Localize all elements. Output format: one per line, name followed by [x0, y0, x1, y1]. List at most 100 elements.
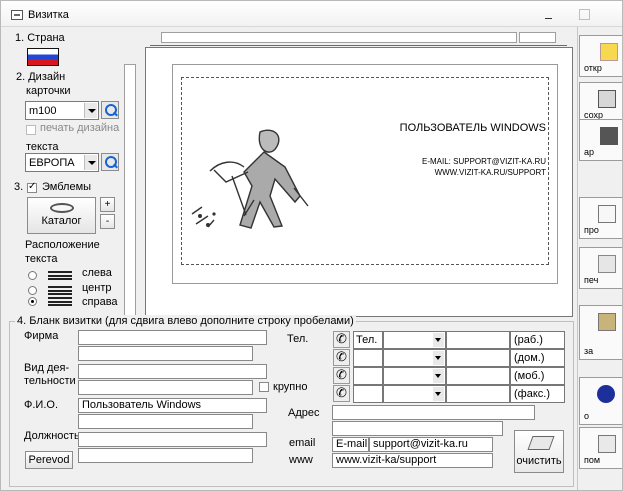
chevron-down-icon[interactable] — [433, 369, 444, 383]
form-legend: 4. Бланк визитки (для сдвига влево допол… — [15, 315, 356, 327]
plus-button[interactable]: + — [100, 197, 115, 212]
activity-field[interactable] — [78, 364, 267, 379]
emblems-section-label: 3. — [14, 181, 24, 193]
home-phone-icon[interactable] — [333, 349, 350, 366]
company-label: Фирма — [24, 330, 59, 342]
fio-field[interactable]: Пользователь Windows — [78, 398, 267, 413]
tool-icon — [598, 435, 616, 453]
email-field[interactable]: support@vizit-ka.ru — [369, 437, 493, 452]
title-bar: Визитка — [1, 1, 622, 27]
email-label: email — [289, 437, 316, 449]
chevron-down-icon[interactable] — [433, 333, 444, 347]
eraser-icon — [527, 436, 555, 450]
russia-flag-icon[interactable] — [27, 48, 59, 66]
card-name: ПОЛЬЗОВАТЕЛЬ WINDOWS — [399, 122, 546, 134]
chevron-down-icon[interactable] — [84, 155, 97, 170]
align-center-label: центр — [82, 282, 112, 294]
align-center-radio[interactable] — [28, 286, 37, 295]
align-left-icon — [48, 271, 72, 280]
phone-icon[interactable] — [333, 331, 350, 348]
window-title: Визитка — [28, 9, 69, 21]
minimize-button[interactable] — [542, 9, 556, 21]
email-prefix-field[interactable]: E-mail: — [332, 437, 369, 452]
search-icon[interactable] — [101, 101, 119, 119]
chevron-down-icon[interactable] — [84, 103, 97, 118]
preview-button[interactable]: про — [579, 197, 622, 239]
website-label: www — [289, 454, 313, 466]
phone-prefix-field-2[interactable] — [353, 349, 383, 367]
position-field[interactable] — [78, 432, 267, 447]
business-card-window: Визитка 1. Страна 2. Дизайн карточки m10… — [0, 0, 623, 491]
text-design-select[interactable]: ЕВРОПА — [25, 153, 99, 172]
app-icon — [11, 10, 23, 20]
company-field-second-line[interactable] — [78, 346, 253, 361]
activity-label-second-line: тельности — [24, 375, 76, 387]
archive-button[interactable]: ар — [579, 119, 622, 161]
fio-field-second-line[interactable] — [78, 414, 253, 429]
card-website: WWW.VIZIT-KA.RU/SUPPORT — [434, 168, 546, 177]
save-button[interactable]: сохр — [579, 82, 622, 124]
card-email: E-MAIL: SUPPORT@VIZIT-KA.RU — [422, 157, 546, 166]
large-label: крупно — [273, 381, 308, 393]
card-preview-canvas[interactable]: ПОЛЬЗОВАТЕЛЬ WINDOWS E-MAIL: SUPPORT@VIZ… — [145, 47, 573, 317]
perevod-button[interactable]: Perevod — [25, 451, 73, 469]
maximize-button[interactable] — [579, 9, 590, 20]
archive-icon — [600, 127, 618, 145]
phone-number-field-4[interactable] — [446, 385, 510, 403]
address-field-second-line[interactable] — [332, 421, 503, 436]
catalog-button[interactable]: Каталог — [27, 197, 96, 234]
phone-number-field-2[interactable] — [446, 349, 510, 367]
company-field[interactable] — [78, 330, 267, 345]
other-button[interactable]: пом — [579, 427, 622, 469]
disk-icon — [598, 90, 616, 108]
open-button[interactable]: откр — [579, 35, 622, 77]
fax-icon[interactable] — [333, 385, 350, 402]
vertical-ruler[interactable] — [124, 64, 136, 318]
phone-prefix-field-3[interactable] — [353, 367, 383, 385]
align-right-radio[interactable] — [28, 297, 37, 306]
phone-type-select-3[interactable] — [383, 367, 446, 385]
folder-icon — [600, 43, 618, 61]
minus-button[interactable]: - — [100, 214, 115, 229]
country-label: 1. Страна — [15, 32, 65, 44]
about-button[interactable]: о — [579, 377, 622, 425]
phone-number-field-3[interactable] — [446, 367, 510, 385]
phone-type-select-4[interactable] — [383, 385, 446, 403]
chevron-down-icon[interactable] — [433, 351, 444, 365]
layout-label: Расположение — [25, 239, 100, 251]
clear-button[interactable]: очистить — [514, 430, 564, 473]
phone-prefix-field[interactable]: Тел. — [353, 331, 383, 349]
layout-label-second-line: текста — [25, 253, 58, 265]
ruler-end-control[interactable] — [519, 32, 556, 43]
phone-type-select-1[interactable] — [383, 331, 446, 349]
search-icon[interactable] — [101, 153, 119, 171]
chevron-down-icon[interactable] — [433, 387, 444, 401]
print-button[interactable]: печ — [579, 247, 622, 289]
website-field[interactable]: www.vizit-ka/support — [332, 453, 493, 468]
large-checkbox[interactable] — [259, 382, 269, 392]
phone-number-field-1[interactable] — [446, 331, 510, 349]
book-icon — [598, 313, 616, 331]
phone-type-label-4: (факс.) — [510, 385, 565, 403]
print-design-checkbox[interactable] — [26, 125, 36, 135]
phone-prefix-field-4[interactable] — [353, 385, 383, 403]
address-field[interactable] — [332, 405, 535, 420]
mobile-phone-icon[interactable] — [333, 367, 350, 384]
position-field-second-line[interactable] — [78, 448, 253, 463]
position-label: Должность — [24, 430, 80, 442]
activity-field-second-line[interactable] — [78, 380, 253, 395]
align-center-icon — [48, 286, 72, 295]
align-left-label: слева — [82, 267, 112, 279]
emblems-checkbox[interactable] — [27, 181, 37, 193]
phone-type-select-2[interactable] — [383, 349, 446, 367]
align-left-radio[interactable] — [28, 271, 37, 280]
card-print-area: ПОЛЬЗОВАТЕЛЬ WINDOWS E-MAIL: SUPPORT@VIZ… — [181, 77, 549, 265]
text-design-label: текста — [26, 141, 59, 153]
help-button[interactable]: за — [579, 305, 622, 360]
phone-type-label-3: (моб.) — [510, 367, 565, 385]
phone-section-label: Тел. — [287, 333, 309, 345]
phone-type-label-1: (раб.) — [510, 331, 565, 349]
horizontal-ruler[interactable] — [161, 32, 517, 43]
phone-type-label-2: (дом.) — [510, 349, 565, 367]
card-design-select[interactable]: m100 — [25, 101, 99, 120]
